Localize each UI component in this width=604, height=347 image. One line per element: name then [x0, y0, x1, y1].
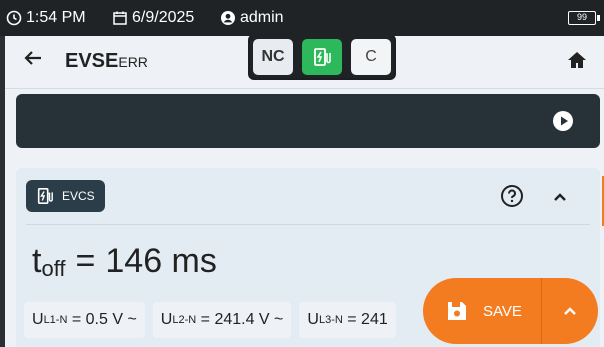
save-label: SAVE [483, 302, 522, 320]
fab-expand-button[interactable] [542, 278, 598, 344]
voltage-readings: U L1-N = 0.5 V ~ U L2-N = 241.4 V ~ U L3-N … [24, 302, 396, 338]
save-button[interactable]: SAVE [423, 278, 541, 344]
toff-equals: = [75, 242, 96, 280]
reading-ul3n: U L3-N = 241 [299, 302, 396, 338]
time-text: 1:54 PM [26, 9, 86, 26]
card-divider [26, 224, 590, 225]
floppy-disk-icon [448, 302, 466, 320]
mode-evse-button[interactable] [302, 39, 342, 75]
mode-segmented-control: NC C [248, 36, 396, 80]
user-icon [221, 11, 235, 25]
mode-nc-button[interactable]: NC [253, 39, 293, 75]
ev-charger-icon [314, 48, 331, 66]
chevron-up-icon[interactable] [552, 190, 568, 208]
help-icon[interactable] [500, 184, 524, 213]
evcs-chip: EVCS [26, 180, 105, 212]
back-arrow-icon[interactable] [23, 48, 43, 73]
status-user: admin [220, 9, 284, 27]
ev-charger-icon [37, 187, 53, 205]
toff-value: 146 ms [105, 242, 217, 280]
date-text: 6/9/2025 [132, 9, 195, 26]
clock-icon [6, 10, 22, 26]
status-time: 1:54 PM [6, 9, 86, 27]
user-text: admin [240, 9, 284, 26]
play-icon[interactable] [552, 110, 574, 137]
app-screen: EVSEERR NC C EVCS toff = 146 ms U L1-N =… [5, 36, 604, 347]
status-bar: 1:54 PM 6/9/2025 admin 99 [0, 0, 604, 36]
toff-readout: toff = 146 ms [32, 242, 217, 282]
chevron-up-icon [564, 307, 576, 315]
home-icon[interactable] [566, 50, 588, 75]
status-date: 6/9/2025 [112, 9, 194, 27]
calendar-icon [113, 11, 127, 25]
run-bar [16, 94, 600, 148]
page-title: EVSEERR [65, 50, 148, 73]
reading-ul2n: U L2-N = 241.4 V ~ [152, 302, 292, 338]
title-sub: ERR [118, 54, 148, 70]
toff-subscript: off [41, 256, 66, 281]
reading-ul1n: U L1-N = 0.5 V ~ [24, 302, 145, 338]
battery-icon: 99 [568, 11, 600, 25]
mode-c-button[interactable]: C [351, 39, 391, 75]
chip-label: EVCS [62, 189, 95, 203]
title-main: EVSE [65, 50, 119, 72]
appbar-divider [5, 88, 604, 89]
save-fab: SAVE [423, 278, 598, 344]
app-bar: EVSEERR NC C [5, 36, 604, 86]
